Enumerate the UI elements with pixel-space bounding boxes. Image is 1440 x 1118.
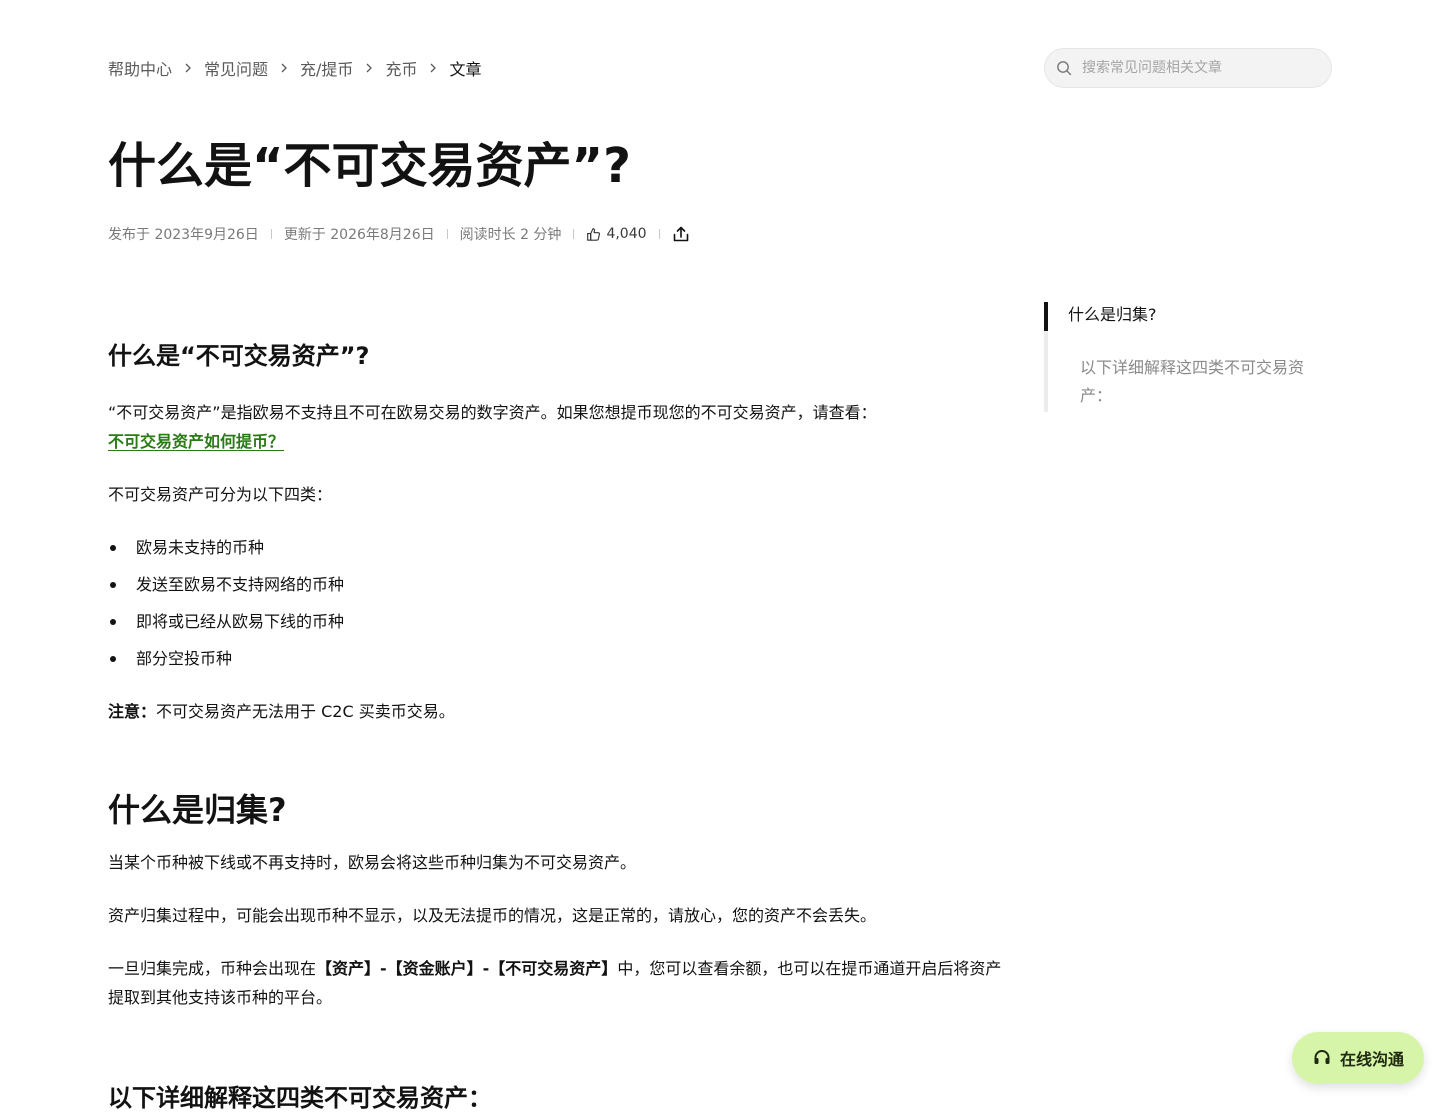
search-icon xyxy=(1056,60,1072,76)
headset-icon xyxy=(1312,1048,1340,1068)
toc-item-collection[interactable]: 什么是归集? xyxy=(1068,302,1157,328)
chat-label: 在线沟通 xyxy=(1339,1050,1404,1069)
chevron-right-icon xyxy=(417,62,449,74)
asset-path: 【资产】-【资金账户】-【不可交易资产】 xyxy=(316,959,618,978)
toc-active-indicator xyxy=(1044,302,1048,331)
note-text: 不可交易资产无法用于 C2C 买卖币交易。 xyxy=(156,702,455,721)
search-input[interactable] xyxy=(1080,59,1304,77)
paragraph: 不可交易资产可分为以下四类： xyxy=(108,485,333,504)
updated-date: 更新于 2026年8月26日 xyxy=(283,227,435,243)
share-icon[interactable] xyxy=(672,225,690,243)
breadcrumb-deposit-withdraw[interactable]: 充/提币 xyxy=(300,56,353,80)
divider xyxy=(270,229,272,239)
toc-item-four-types[interactable]: 以下详细解释这四类不可交易资产： xyxy=(1080,354,1320,410)
list-item-text: 即将或已经从欧易下线的币种 xyxy=(136,612,345,631)
list-item-text: 部分空投币种 xyxy=(136,649,233,668)
note: 注意：不可交易资产无法用于 C2C 买卖币交易。 xyxy=(108,697,1013,726)
breadcrumb-deposit[interactable]: 充币 xyxy=(385,56,417,80)
bullet xyxy=(110,545,116,551)
chevron-right-icon xyxy=(268,62,300,74)
breadcrumb-faq[interactable]: 常见问题 xyxy=(204,56,268,80)
paragraph-text: 一旦归集完成，币种会出现在 xyxy=(108,959,317,978)
section-heading: 什么是“不可交易资产”? xyxy=(108,342,370,370)
divider xyxy=(573,229,575,239)
thumbs-up-icon xyxy=(586,227,606,242)
chevron-right-icon xyxy=(353,62,385,74)
article-body: 什么是“不可交易资产”? “不可交易资产”是指欧易不支持且不可在欧易交易的数字资… xyxy=(108,336,1013,1118)
asset-type-list: 欧易未支持的币种 发送至欧易不支持网络的币种 即将或已经从欧易下线的币种 部分空… xyxy=(108,533,1013,673)
section-heading: 什么是归集? xyxy=(108,791,287,829)
paragraph: 当某个币种被下线或不再支持时，欧易会将这些币种归集为不可交易资产。 xyxy=(108,853,637,872)
paragraph: “不可交易资产”是指欧易不支持且不可在欧易交易的数字资产。如果您想提币现您的不可… xyxy=(108,403,877,422)
paragraph: 资产归集过程中，可能会出现币种不显示，以及无法提币的情况，这是正常的，请放心，您… xyxy=(108,906,877,925)
published-date: 发布于 2023年9月26日 xyxy=(108,227,259,243)
breadcrumb-article: 文章 xyxy=(449,60,482,79)
read-time: 阅读时长 2 分钟 xyxy=(459,227,562,243)
page-title: 什么是“不可交易资产”? xyxy=(108,138,631,194)
bullet xyxy=(110,582,116,588)
list-item-text: 发送至欧易不支持网络的币种 xyxy=(136,575,345,594)
bullet xyxy=(110,656,116,662)
breadcrumb-help-center[interactable]: 帮助中心 xyxy=(108,56,172,80)
bullet xyxy=(110,619,116,625)
like-button[interactable]: 4,040 xyxy=(586,226,647,242)
divider xyxy=(446,229,448,239)
note-label: 注意： xyxy=(108,702,157,721)
list-item: 欧易未支持的币种 xyxy=(108,533,1013,562)
divider xyxy=(658,229,660,239)
like-count: 4,040 xyxy=(606,226,647,242)
chevron-right-icon xyxy=(172,62,204,74)
paragraph: 一旦归集完成，币种会出现在【资产】-【资金账户】-【不可交易资产】中，您可以查看… xyxy=(108,954,1013,1012)
withdraw-guide-link[interactable]: 不可交易资产如何提币？ xyxy=(108,432,284,451)
article-meta: 发布于 2023年9月26日 更新于 2026年8月26日 阅读时长 2 分钟 … xyxy=(108,224,690,244)
search-box[interactable] xyxy=(1044,48,1332,88)
online-chat-button[interactable]: 在线沟通 xyxy=(1292,1032,1424,1084)
list-item-text: 欧易未支持的币种 xyxy=(136,538,265,557)
section-heading: 以下详细解释这四类不可交易资产： xyxy=(108,1084,492,1112)
list-item: 即将或已经从欧易下线的币种 xyxy=(108,607,1013,636)
list-item: 发送至欧易不支持网络的币种 xyxy=(108,570,1013,599)
toc-track xyxy=(1044,302,1048,412)
list-item: 部分空投币种 xyxy=(108,644,1013,673)
breadcrumb: 帮助中心 常见问题 充/提币 充币 文章 xyxy=(108,56,481,80)
